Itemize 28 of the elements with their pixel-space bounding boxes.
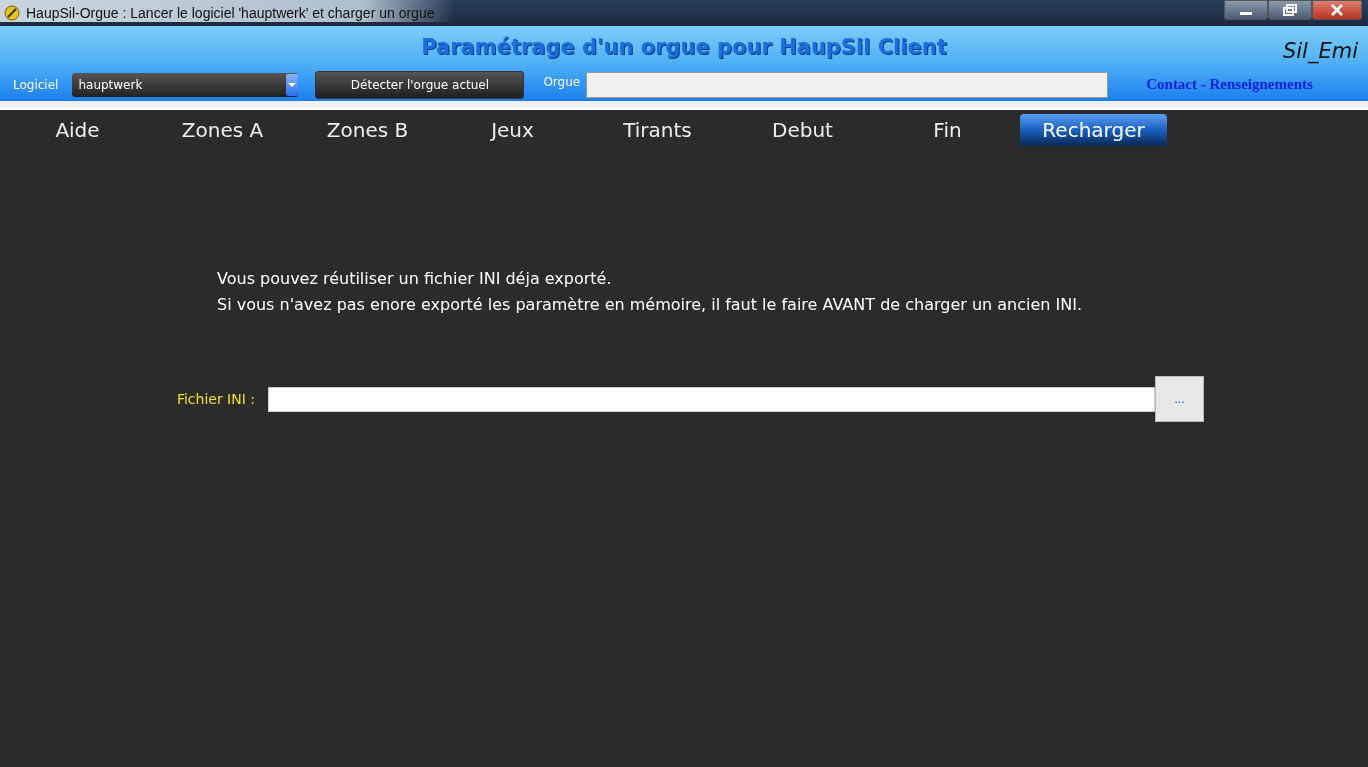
close-icon — [1330, 4, 1344, 16]
tab[interactable]: Aide — [5, 114, 150, 146]
tab[interactable]: Zones A — [150, 114, 295, 146]
browse-button[interactable]: ... — [1155, 376, 1204, 422]
organ-label: Orgue — [543, 74, 581, 89]
tab[interactable]: Zones B — [295, 114, 440, 146]
window-title: HaupSil-Orgue : Lancer le logiciel 'hauptwerk' et charger un orgue — [26, 5, 435, 21]
software-label: Logiciel — [13, 77, 59, 92]
minimize-icon — [1240, 12, 1252, 15]
restore-icon — [1283, 4, 1297, 16]
app-heading: Paramétrage d'un orgue pour HaupSil Client — [421, 35, 947, 59]
tab[interactable]: Debut — [730, 114, 875, 146]
tab[interactable]: Tirants — [585, 114, 730, 146]
tab[interactable]: Fin — [875, 114, 1020, 146]
ini-file-field[interactable] — [268, 386, 1155, 412]
software-dropdown[interactable]: hauptwerk — [72, 72, 299, 97]
info-text: Vous pouvez réutiliser un fichier INI déja exporté. Si vous n'avez pas enore exporté les paramètre en mémoire, il faut le faire AVANT de charger un ancien INI. — [217, 268, 1084, 316]
organ-field[interactable] — [586, 71, 1109, 98]
user-name: Sil_Emi — [1282, 39, 1358, 63]
minimize-button[interactable] — [1224, 0, 1268, 20]
maximize-button[interactable] — [1268, 0, 1312, 20]
caret-icon — [286, 73, 299, 96]
detect-organ-button[interactable]: Détecter l'orgue actuel — [315, 70, 525, 99]
tab[interactable]: Recharger — [1020, 114, 1167, 146]
file-label: Fichier INI : — [175, 391, 255, 407]
close-button[interactable] — [1312, 0, 1362, 20]
app-icon — [4, 5, 20, 21]
tab[interactable]: Jeux — [440, 114, 585, 146]
